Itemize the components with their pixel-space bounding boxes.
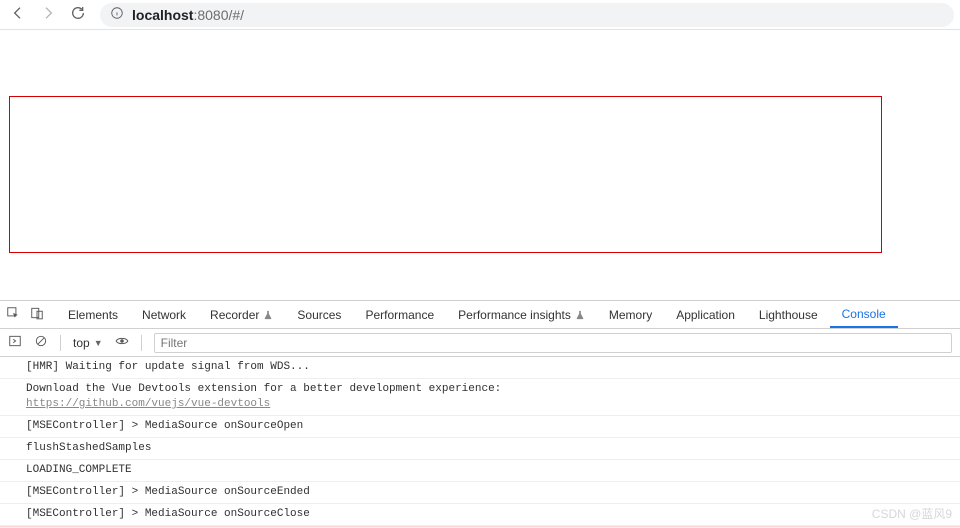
console-log-row: [MSEController] > MediaSource onSourceOp… — [0, 416, 960, 438]
console-log-row: [HMR] Waiting for update signal from WDS… — [0, 357, 960, 379]
console-sidebar-toggle-icon[interactable] — [8, 334, 22, 351]
experiment-icon — [575, 310, 585, 320]
tab-elements[interactable]: Elements — [56, 301, 130, 328]
clear-console-icon[interactable] — [34, 334, 48, 351]
tab-recorder[interactable]: Recorder — [198, 301, 285, 328]
console-log-list[interactable]: [HMR] Waiting for update signal from WDS… — [0, 357, 960, 528]
context-label: top — [73, 336, 90, 350]
watermark: CSDN @蓝风9 — [872, 505, 952, 522]
forward-button[interactable] — [40, 5, 56, 24]
devtools-tabs: Elements Network Recorder Sources Perfor… — [56, 301, 898, 328]
filter-field[interactable] — [154, 333, 952, 353]
tab-performance-insights[interactable]: Performance insights — [446, 301, 597, 328]
url-rest: :8080/#/ — [193, 7, 244, 23]
tab-memory[interactable]: Memory — [597, 301, 664, 328]
devtools-tabbar: Elements Network Recorder Sources Perfor… — [0, 301, 960, 329]
console-log-row: LOADING_COMPLETE — [0, 460, 960, 482]
nav-buttons — [6, 5, 90, 24]
tab-sources[interactable]: Sources — [285, 301, 353, 328]
back-button[interactable] — [10, 5, 26, 24]
devtools-leading-icons — [6, 306, 52, 323]
url-text: localhost:8080/#/ — [132, 7, 244, 23]
live-expression-icon[interactable] — [115, 334, 129, 351]
page-red-outline-box — [9, 96, 882, 253]
console-link[interactable]: https://github.com/vuejs/vue-devtools — [26, 398, 270, 410]
console-log-row: [MSEController] > MediaSource onSourceCl… — [0, 504, 960, 526]
experiment-icon — [263, 310, 273, 320]
browser-toolbar: localhost:8080/#/ — [0, 0, 960, 30]
console-log-row: [MSEController] > MediaSource onSourceEn… — [0, 482, 960, 504]
tab-console[interactable]: Console — [830, 301, 898, 328]
tab-lighthouse[interactable]: Lighthouse — [747, 301, 830, 328]
address-bar[interactable]: localhost:8080/#/ — [100, 3, 954, 27]
caret-down-icon: ▼ — [94, 338, 103, 348]
console-log-row: flushStashedSamples — [0, 438, 960, 460]
filter-input[interactable] — [161, 336, 945, 350]
site-info-icon[interactable] — [110, 6, 124, 23]
tab-application[interactable]: Application — [664, 301, 747, 328]
tab-network[interactable]: Network — [130, 301, 198, 328]
context-selector[interactable]: top ▼ — [73, 336, 103, 350]
reload-button[interactable] — [70, 5, 86, 24]
inspect-element-icon[interactable] — [6, 306, 20, 323]
device-toolbar-icon[interactable] — [30, 306, 44, 323]
divider — [60, 335, 61, 351]
tab-performance[interactable]: Performance — [353, 301, 446, 328]
devtools-panel: Elements Network Recorder Sources Perfor… — [0, 300, 960, 528]
divider — [141, 335, 142, 351]
console-log-row: Download the Vue Devtools extension for … — [0, 379, 960, 416]
console-toolbar: top ▼ — [0, 329, 960, 357]
page-viewport — [0, 30, 960, 300]
url-host: localhost — [132, 7, 193, 23]
